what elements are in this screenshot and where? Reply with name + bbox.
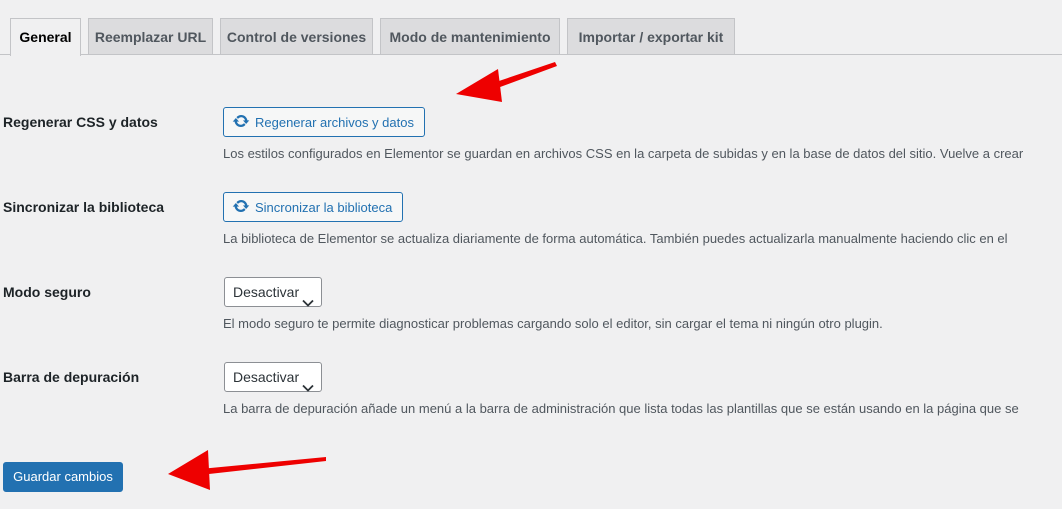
chevron-down-icon [302,373,314,401]
tab-modo-de-mantenimiento[interactable]: Modo de mantenimiento [380,18,560,54]
regenerate-description: Los estilos configurados en Elementor se… [223,146,1024,161]
tab-reemplazar-url[interactable]: Reemplazar URL [88,18,213,54]
regenerate-files-button-label: Regenerar archivos y datos [255,114,414,130]
sync-library-button[interactable]: Sincronizar la biblioteca [223,192,404,222]
chevron-down-icon [302,288,314,316]
tab-importar-exportar-kit[interactable]: Importar / exportar kit [567,18,735,54]
debug-bar-label: Barra de depuración [3,369,140,385]
safe-mode-select-value: Desactivar [233,284,300,300]
sync-icon [232,197,255,218]
sync-description: La biblioteca de Elementor se actualiza … [223,231,1008,246]
sync-library-label: Sincronizar la biblioteca [3,199,165,215]
safe-mode-select[interactable]: Desactivar [224,277,322,307]
sync-library-button-label: Sincronizar la biblioteca [255,199,393,215]
tab-general[interactable]: General [10,18,81,56]
safe-mode-label: Modo seguro [3,284,91,300]
debug-bar-select[interactable]: Desactivar [224,362,322,392]
regenerate-css-label: Regenerar CSS y datos [3,114,158,130]
safe-mode-description: El modo seguro te permite diagnosticar p… [223,316,883,331]
annotation-arrow-icon [168,450,326,490]
debug-bar-select-value: Desactivar [233,369,300,385]
regenerate-files-button[interactable]: Regenerar archivos y datos [223,107,425,137]
debug-bar-description: La barra de depuración añade un menú a l… [223,401,1019,416]
tab-control-de-versiones[interactable]: Control de versiones [220,18,373,54]
annotation-arrow-icon [456,62,557,102]
settings-tabs: General Reemplazar URL Control de versio… [0,0,1062,56]
save-changes-button[interactable]: Guardar cambios [3,462,123,492]
sync-icon [232,112,255,133]
